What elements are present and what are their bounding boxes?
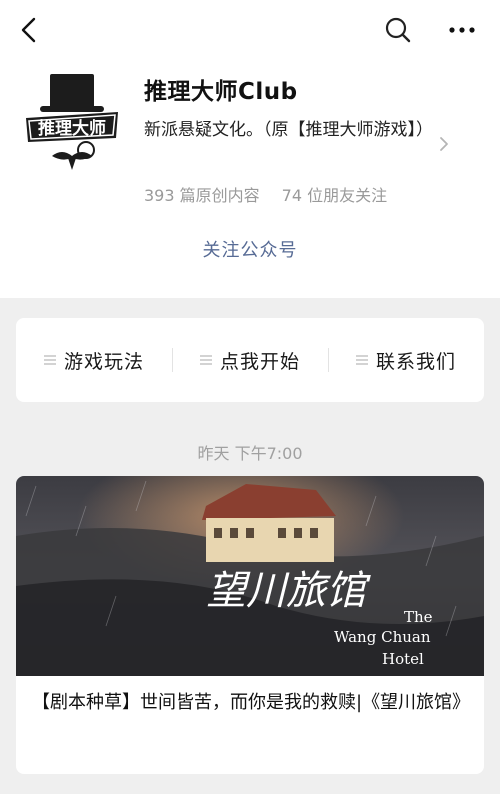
account-name: 推理大师Club xyxy=(144,79,298,105)
article-cover-image[interactable]: 望川旅馆 The Wang Chuan Hotel xyxy=(16,476,484,676)
follow-button[interactable]: 关注公众号 xyxy=(0,236,500,262)
menu-item-contact[interactable]: 联系我们 xyxy=(328,318,484,402)
more-dots-icon[interactable] xyxy=(444,14,480,46)
menu-item-start[interactable]: 点我开始 xyxy=(172,318,328,402)
menu-item-label: 游戏玩法 xyxy=(63,350,144,373)
chevron-left-icon[interactable] xyxy=(14,14,46,46)
friends-follow-count: 74 位朋友关注 xyxy=(281,186,388,205)
article-card[interactable]: 望川旅馆 The Wang Chuan Hotel 【剧本种草】世间皆苦，而你是… xyxy=(16,476,484,774)
account-description[interactable]: 新派悬疑文化。（原【推理大师游戏】） xyxy=(144,116,440,144)
account-stats: 393 篇原创内容 74 位朋友关注 xyxy=(144,182,387,206)
original-count: 393 篇原创内容 xyxy=(144,186,260,205)
account-header: 推理大师 推理大师Club 新派悬疑文化。（原【推理大师游戏】） 393 篇原创… xyxy=(0,0,500,298)
account-logo[interactable]: 推理大师 xyxy=(22,72,122,172)
cover-title-en-3: Hotel xyxy=(382,650,424,668)
menu-lines-icon xyxy=(43,355,56,365)
cover-title-cn: 望川旅馆 xyxy=(206,568,371,614)
menu-item-label: 点我开始 xyxy=(219,350,300,373)
article-title[interactable]: 【剧本种草】世间皆苦，而你是我的救赎|《望川旅馆》 xyxy=(32,688,472,718)
menu-item-label: 联系我们 xyxy=(375,350,456,373)
menu-lines-icon xyxy=(355,355,368,365)
navbar xyxy=(0,0,500,60)
chevron-right-icon[interactable] xyxy=(436,134,452,154)
menu-item-gameplay[interactable]: 游戏玩法 xyxy=(16,318,172,402)
feed-timestamp: 昨天 下午7:00 xyxy=(197,444,303,463)
menu-lines-icon xyxy=(199,355,212,365)
cover-title-en-2: Wang Chuan xyxy=(334,628,431,646)
logo-text: 推理大师 xyxy=(38,118,106,139)
menu-bar: 游戏玩法 点我开始 联系我们 xyxy=(16,318,484,402)
cover-title-en-1: The xyxy=(404,608,433,626)
search-icon[interactable] xyxy=(382,14,414,46)
